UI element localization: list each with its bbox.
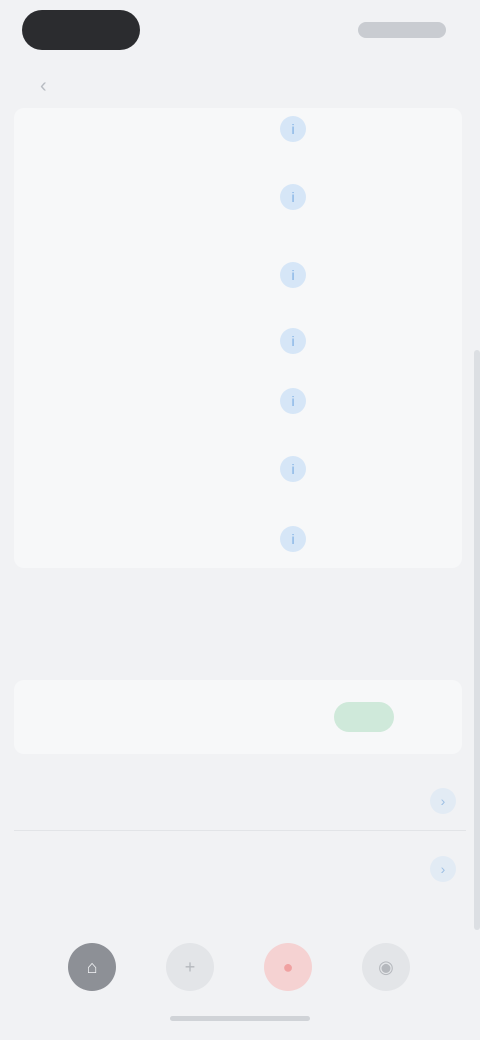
notice-action-button[interactable] — [334, 702, 394, 732]
header: ‹ — [0, 62, 480, 112]
status-bar — [0, 0, 480, 62]
info-icon[interactable]: i — [280, 328, 306, 354]
record-icon[interactable]: ● — [264, 943, 312, 991]
profile-icon[interactable]: ◉ — [362, 943, 410, 991]
list-item[interactable]: i — [14, 442, 462, 498]
chevron-right-icon[interactable]: › — [430, 856, 456, 882]
home-icon[interactable]: ⌂ — [68, 943, 116, 991]
link-row[interactable]: › — [0, 778, 480, 822]
status-time-pill — [22, 10, 140, 50]
notice-card — [14, 680, 462, 754]
plus-icon[interactable]: + — [166, 943, 214, 991]
status-indicators — [358, 22, 446, 38]
info-icon[interactable]: i — [280, 184, 306, 210]
list-item[interactable]: i — [14, 382, 462, 422]
list-item[interactable]: i — [14, 170, 462, 226]
list-item[interactable]: i — [14, 322, 462, 362]
link-row[interactable]: › — [0, 846, 480, 890]
header-action-button[interactable] — [374, 78, 444, 96]
chevron-right-icon[interactable]: › — [430, 788, 456, 814]
list-item[interactable]: i — [14, 112, 462, 142]
chevron-left-icon[interactable]: ‹ — [40, 76, 60, 96]
info-icon[interactable]: i — [280, 456, 306, 482]
list-item[interactable]: i — [14, 248, 462, 304]
scrollbar[interactable] — [474, 350, 480, 930]
bottom-nav: ⌂ + ● ◉ — [0, 925, 480, 1040]
list-card: i i i i i i i — [14, 108, 462, 568]
info-icon[interactable]: i — [280, 262, 306, 288]
info-icon[interactable]: i — [280, 116, 306, 142]
page-title — [192, 78, 288, 98]
list-item[interactable]: i — [14, 516, 462, 560]
home-indicator — [170, 1016, 310, 1021]
divider — [14, 830, 466, 831]
info-icon[interactable]: i — [280, 526, 306, 552]
info-icon[interactable]: i — [280, 388, 306, 414]
